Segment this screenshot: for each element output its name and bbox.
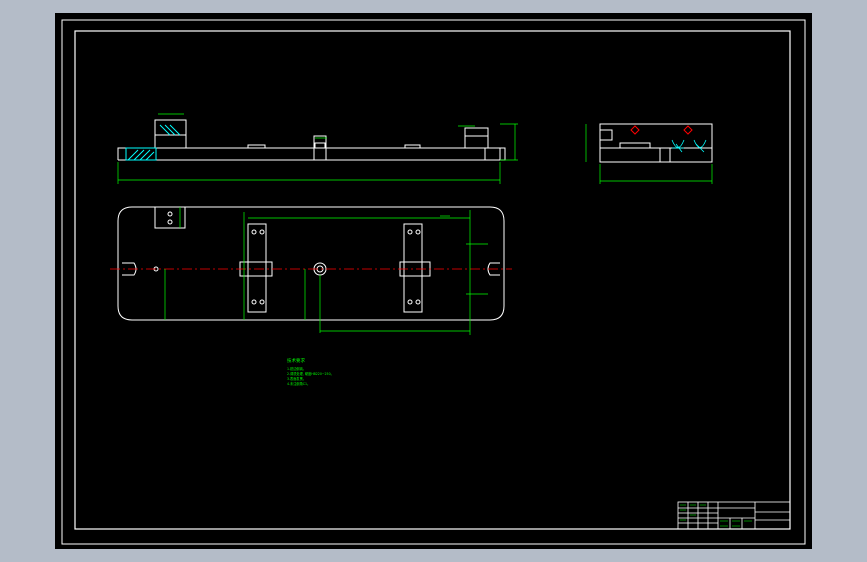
top-view-dimensions bbox=[164, 207, 488, 335]
title-block-frame bbox=[677, 501, 791, 530]
front-view-boss bbox=[154, 119, 187, 136]
technical-notes: 技术要求 1.锐边倒钝。 2.调质处理, 硬度HB220~250。 3.表面发黑… bbox=[287, 357, 334, 386]
top-view-bolt-hole bbox=[259, 299, 265, 305]
side-view-left-step bbox=[600, 129, 613, 141]
top-view-bolt-hole bbox=[251, 299, 257, 305]
front-view-hatch-lines bbox=[127, 149, 155, 161]
side-view-slot bbox=[619, 142, 651, 149]
front-view[interactable] bbox=[117, 119, 506, 161]
front-view-right-step bbox=[484, 147, 506, 161]
front-view-outline bbox=[117, 119, 501, 161]
top-view-bolt-hole bbox=[259, 229, 265, 235]
top-view-bolt-hole bbox=[415, 299, 421, 305]
top-view-left-clamp bbox=[247, 223, 267, 313]
side-view-hatch bbox=[671, 139, 707, 153]
top-view-bolt-hole bbox=[407, 229, 413, 235]
top-view-bolt-hole bbox=[167, 219, 173, 225]
top-view-corner-block bbox=[154, 206, 186, 229]
top-view-bolt-hole bbox=[407, 299, 413, 305]
top-view-bolt-hole bbox=[167, 211, 173, 217]
cad-drawing[interactable]: 技术要求 1.锐边倒钝。 2.调质处理, 硬度HB220~250。 3.表面发黑… bbox=[0, 0, 867, 562]
sheet-inner-border bbox=[74, 30, 791, 530]
top-view-outline bbox=[117, 206, 505, 321]
notes-line: 1.锐边倒钝。 bbox=[287, 366, 306, 371]
front-view-dimensions bbox=[117, 113, 518, 184]
top-view-bolt-hole bbox=[415, 229, 421, 235]
front-view-hatch-left bbox=[159, 124, 181, 136]
top-view-bolt-hole bbox=[251, 229, 257, 235]
notes-line: 2.调质处理, 硬度HB220~250。 bbox=[287, 371, 334, 376]
side-view-markers bbox=[630, 125, 693, 135]
title-block[interactable] bbox=[677, 501, 791, 530]
top-view[interactable] bbox=[117, 206, 505, 321]
side-view-pin bbox=[659, 147, 671, 163]
notes-title: 技术要求 bbox=[287, 357, 305, 364]
top-view-right-clamp bbox=[403, 223, 423, 313]
notes-line: 4.未注倒角C1。 bbox=[287, 381, 310, 386]
notes-line: 3.表面发黑。 bbox=[287, 376, 306, 381]
sheet-outer-border bbox=[61, 19, 806, 545]
side-view-dimensions bbox=[585, 124, 713, 184]
